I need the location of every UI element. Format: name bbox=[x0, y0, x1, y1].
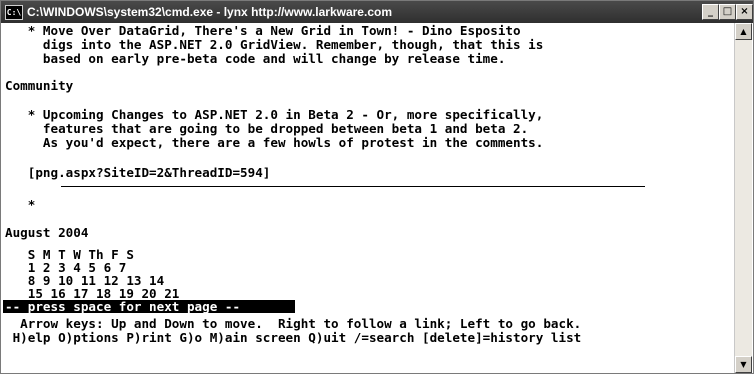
console-output: * Move Over DataGrid, There's a New Grid… bbox=[1, 23, 735, 373]
console-window: C:\ C:\WINDOWS\system32\cmd.exe - lynx h… bbox=[0, 0, 754, 374]
link-line[interactable]: * Upcoming Changes to ASP.NET 2.0 in Bet… bbox=[5, 108, 544, 122]
title-bar[interactable]: C:\ C:\WINDOWS\system32\cmd.exe - lynx h… bbox=[1, 1, 753, 23]
divider bbox=[61, 186, 645, 187]
bullet-line: * bbox=[5, 197, 36, 212]
help-line: H)elp O)ptions P)rint G)o M)ain screen Q… bbox=[5, 330, 582, 345]
section-heading: Community bbox=[5, 78, 74, 93]
text-line: features that are going to be dropped be… bbox=[5, 121, 529, 136]
cmd-icon[interactable]: C:\ bbox=[5, 5, 23, 20]
text-line: * Move Over DataGrid, There's a New Grid… bbox=[5, 23, 521, 38]
image-link[interactable]: [png.aspx?SiteID=2&ThreadID=594] bbox=[5, 166, 271, 180]
vertical-scrollbar[interactable]: ▲ ▼ bbox=[734, 23, 752, 373]
next-page-prompt: -- press space for next page -- bbox=[3, 300, 295, 313]
text-line: digs into the ASP.NET 2.0 GridView. Reme… bbox=[5, 37, 544, 52]
maximize-button[interactable]: □ bbox=[719, 4, 736, 20]
text-line: based on early pre-beta code and will ch… bbox=[5, 51, 506, 66]
close-button[interactable]: × bbox=[736, 4, 753, 20]
month-heading: August 2004 bbox=[5, 225, 89, 240]
scroll-down-arrow-icon[interactable]: ▼ bbox=[735, 356, 752, 373]
text-line: As you'd expect, there are a few howls o… bbox=[5, 135, 544, 150]
help-line: Arrow keys: Up and Down to move. Right t… bbox=[5, 316, 582, 331]
minimize-button[interactable]: _ bbox=[702, 4, 719, 20]
window-title: C:\WINDOWS\system32\cmd.exe - lynx http:… bbox=[27, 5, 392, 19]
scroll-up-arrow-icon[interactable]: ▲ bbox=[735, 23, 752, 40]
